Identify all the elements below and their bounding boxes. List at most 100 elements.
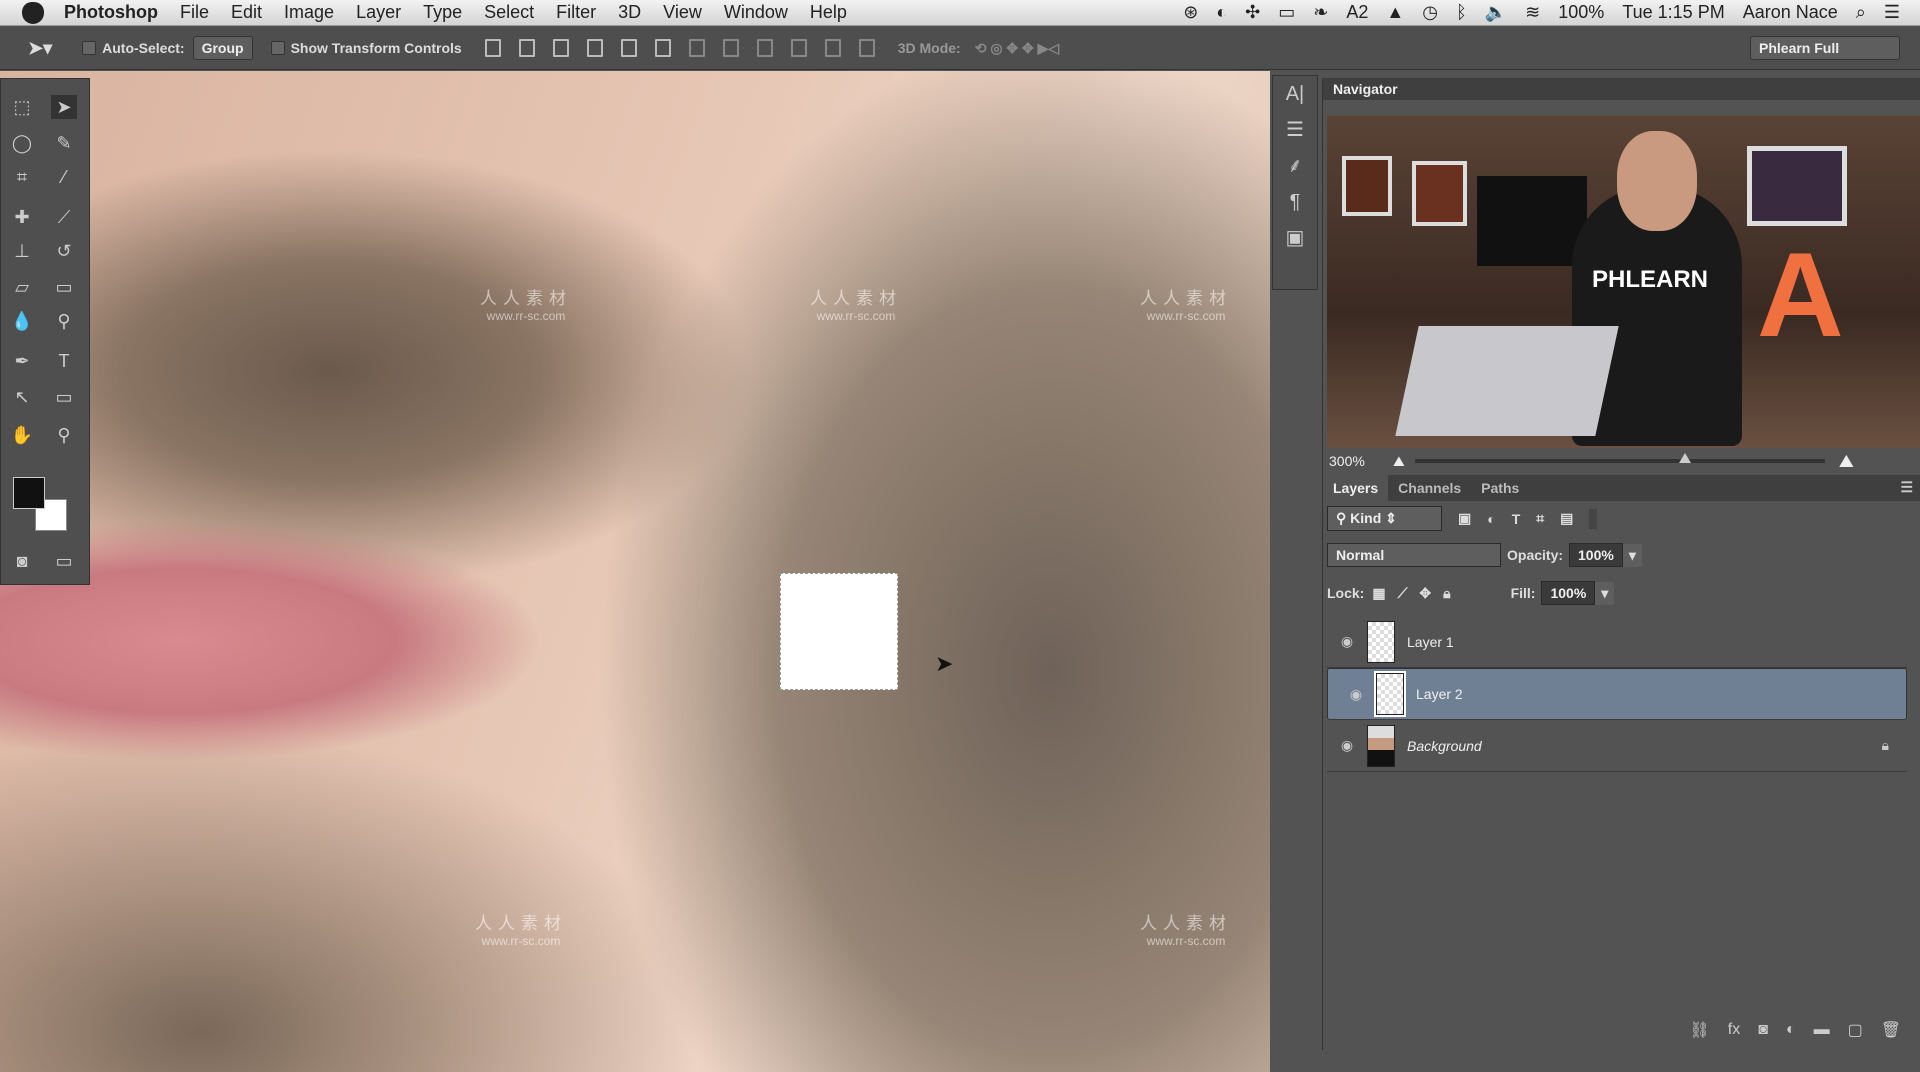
link-layers-icon[interactable]: ⛓ <box>1689 1020 1709 1040</box>
blend-mode-dropdown[interactable]: Normal <box>1327 543 1501 567</box>
auto-select-dropdown[interactable]: Group <box>192 36 253 60</box>
battery-status[interactable]: 100% <box>1558 2 1604 23</box>
layer-style-icon[interactable]: fx <box>1728 1021 1740 1039</box>
zoom-slider[interactable] <box>1414 453 1825 463</box>
character-panel-icon[interactable]: A| <box>1273 76 1317 112</box>
distribute-hcenter-icon[interactable] <box>824 39 841 57</box>
spotlight-search-icon[interactable]: ⌕ <box>1856 2 1866 23</box>
adjustment-layer-icon[interactable]: ◐ <box>1786 1021 1796 1039</box>
menu-select[interactable]: Select <box>484 2 534 23</box>
notification-list-icon[interactable]: ☰ <box>1884 2 1900 23</box>
brush-tool-icon[interactable]: ⟋ <box>51 205 77 229</box>
tab-paths[interactable]: Paths <box>1471 475 1529 501</box>
lock-position-icon[interactable]: ✥ <box>1419 585 1431 602</box>
workspace-dropdown[interactable]: Phlearn Full <box>1750 36 1900 60</box>
3d-panel-icon[interactable]: ▣ <box>1273 220 1317 256</box>
navigator-preview[interactable]: A PHLEARN <box>1327 116 1920 448</box>
foreground-color-swatch[interactable] <box>13 477 45 509</box>
eraser-tool-icon[interactable]: ▱ <box>9 275 35 299</box>
align-left-icon[interactable] <box>586 39 603 57</box>
show-transform-checkbox[interactable] <box>270 41 285 55</box>
eyedropper-tool-icon[interactable]: ⁄ <box>51 165 77 189</box>
move-tool-icon[interactable]: ➤ <box>51 95 77 119</box>
fill-field[interactable]: 100% <box>1541 581 1596 605</box>
opacity-field[interactable]: 100% <box>1569 543 1623 567</box>
type-tool-icon[interactable]: T <box>51 349 77 373</box>
layer-row[interactable]: ◉ Layer 1 <box>1327 616 1907 668</box>
auto-select-checkbox[interactable] <box>82 41 97 55</box>
opacity-dropdown-icon[interactable]: ▾ <box>1622 543 1642 567</box>
menu-help[interactable]: Help <box>810 2 847 23</box>
add-mask-icon[interactable]: ◙ <box>1758 1021 1768 1039</box>
layer-row-selected[interactable]: ◉ Layer 2 <box>1327 668 1907 720</box>
align-vcenter-icon[interactable] <box>518 39 535 57</box>
screen-mode-icon[interactable]: ▭ <box>51 549 77 573</box>
selection-marquee[interactable] <box>780 573 898 690</box>
distribute-vcenter-icon[interactable] <box>722 39 739 57</box>
zoom-out-icon[interactable]: ⛰ <box>1393 453 1405 470</box>
distribute-bottom-icon[interactable] <box>756 39 773 57</box>
paragraph-panel-icon[interactable]: ¶ <box>1273 184 1317 220</box>
clock[interactable]: Tue 1:15 PM <box>1622 2 1724 23</box>
evernote-icon[interactable]: ❧ <box>1313 2 1328 23</box>
sync-icon[interactable]: ◐ <box>1216 2 1227 23</box>
menu-app[interactable]: Photoshop <box>64 2 158 23</box>
panel-menu-icon[interactable]: ☰ <box>1892 475 1920 501</box>
delete-layer-icon[interactable]: 🗑︎ <box>1881 1020 1901 1040</box>
lock-pixels-icon[interactable]: ⟋ <box>1398 585 1408 602</box>
lock-all-icon[interactable]: 🔒︎ <box>1443 585 1450 602</box>
wifi-icon[interactable]: ≋ <box>1525 2 1540 23</box>
filter-toggle[interactable] <box>1589 508 1598 529</box>
rectangle-tool-icon[interactable]: ▭ <box>51 385 77 409</box>
zoom-tool-icon[interactable]: ⚲ <box>51 423 77 447</box>
menu-3d[interactable]: 3D <box>618 2 641 23</box>
history-brush-tool-icon[interactable]: ↺ <box>51 239 77 263</box>
adjustments-panel-icon[interactable]: ☰ <box>1273 112 1317 148</box>
move-tool-icon[interactable]: ➤▾ <box>28 38 52 59</box>
quick-mask-icon[interactable]: ◙ <box>9 549 35 573</box>
window-icon[interactable]: ▭ <box>1278 2 1295 23</box>
filter-shape-icon[interactable]: ⌗ <box>1536 510 1544 527</box>
menu-layer[interactable]: Layer <box>356 2 401 23</box>
document-canvas[interactable]: 人人素材 www.rr-sc.com 人人素材 www.rr-sc.com 人人素材… <box>0 71 1270 1072</box>
quick-select-tool-icon[interactable]: ✎ <box>51 131 77 155</box>
volume-icon[interactable]: 🔈 <box>1485 2 1507 23</box>
creative-cloud-icon[interactable]: ⊛ <box>1183 2 1198 23</box>
align-bottom-icon[interactable] <box>552 39 569 57</box>
crop-tool-icon[interactable]: ⌗ <box>9 165 35 189</box>
distribute-top-icon[interactable] <box>688 39 705 57</box>
brush-presets-icon[interactable]: ⸙ <box>1273 148 1317 184</box>
adobe-icon[interactable]: A2 <box>1346 2 1368 23</box>
navigator-zoom-value[interactable]: 300% <box>1323 453 1383 469</box>
blur-tool-icon[interactable]: 💧 <box>9 309 35 333</box>
align-top-icon[interactable] <box>484 39 501 57</box>
new-layer-icon[interactable]: ▢ <box>1848 1020 1863 1040</box>
path-select-tool-icon[interactable]: ↖ <box>9 385 35 409</box>
visibility-eye-icon[interactable]: ◉ <box>1327 633 1367 650</box>
filter-kind-dropdown[interactable]: ⚲ Kind ⇕ <box>1327 506 1442 531</box>
layer-name[interactable]: Layer 1 <box>1407 634 1454 650</box>
airplay-icon[interactable]: ▲ <box>1386 2 1404 23</box>
distribute-left-icon[interactable] <box>790 39 807 57</box>
visibility-eye-icon[interactable]: ◉ <box>1327 737 1367 754</box>
user-name[interactable]: Aaron Nace <box>1743 2 1838 23</box>
filter-adjustment-icon[interactable]: ◐ <box>1487 511 1495 527</box>
menu-file[interactable]: File <box>180 2 209 23</box>
layer-lock-icon[interactable]: 🔒︎ <box>1882 737 1889 754</box>
pen-tool-icon[interactable]: ✒ <box>9 349 35 373</box>
dropbox-icon[interactable]: ✣ <box>1245 2 1260 23</box>
align-hcenter-icon[interactable] <box>620 39 637 57</box>
filter-smart-object-icon[interactable]: ▤ <box>1560 510 1573 527</box>
filter-pixel-icon[interactable]: ▣ <box>1458 510 1471 527</box>
lock-transparent-icon[interactable]: ▦ <box>1372 585 1385 602</box>
new-group-icon[interactable]: ▬ <box>1814 1021 1830 1039</box>
tab-layers[interactable]: Layers <box>1323 475 1389 501</box>
hand-tool-icon[interactable]: ✋ <box>9 423 35 447</box>
menu-view[interactable]: View <box>663 2 702 23</box>
menu-type[interactable]: Type <box>423 2 462 23</box>
layer-name[interactable]: Background <box>1407 738 1482 754</box>
visibility-eye-icon[interactable]: ◉ <box>1336 686 1376 703</box>
marquee-tool-icon[interactable]: ⬚ <box>9 95 35 119</box>
3d-rotate-icon[interactable]: ⟲ ◎ ✥ ✥ ▶◁ <box>975 40 1060 57</box>
apple-icon[interactable] <box>22 1 44 24</box>
